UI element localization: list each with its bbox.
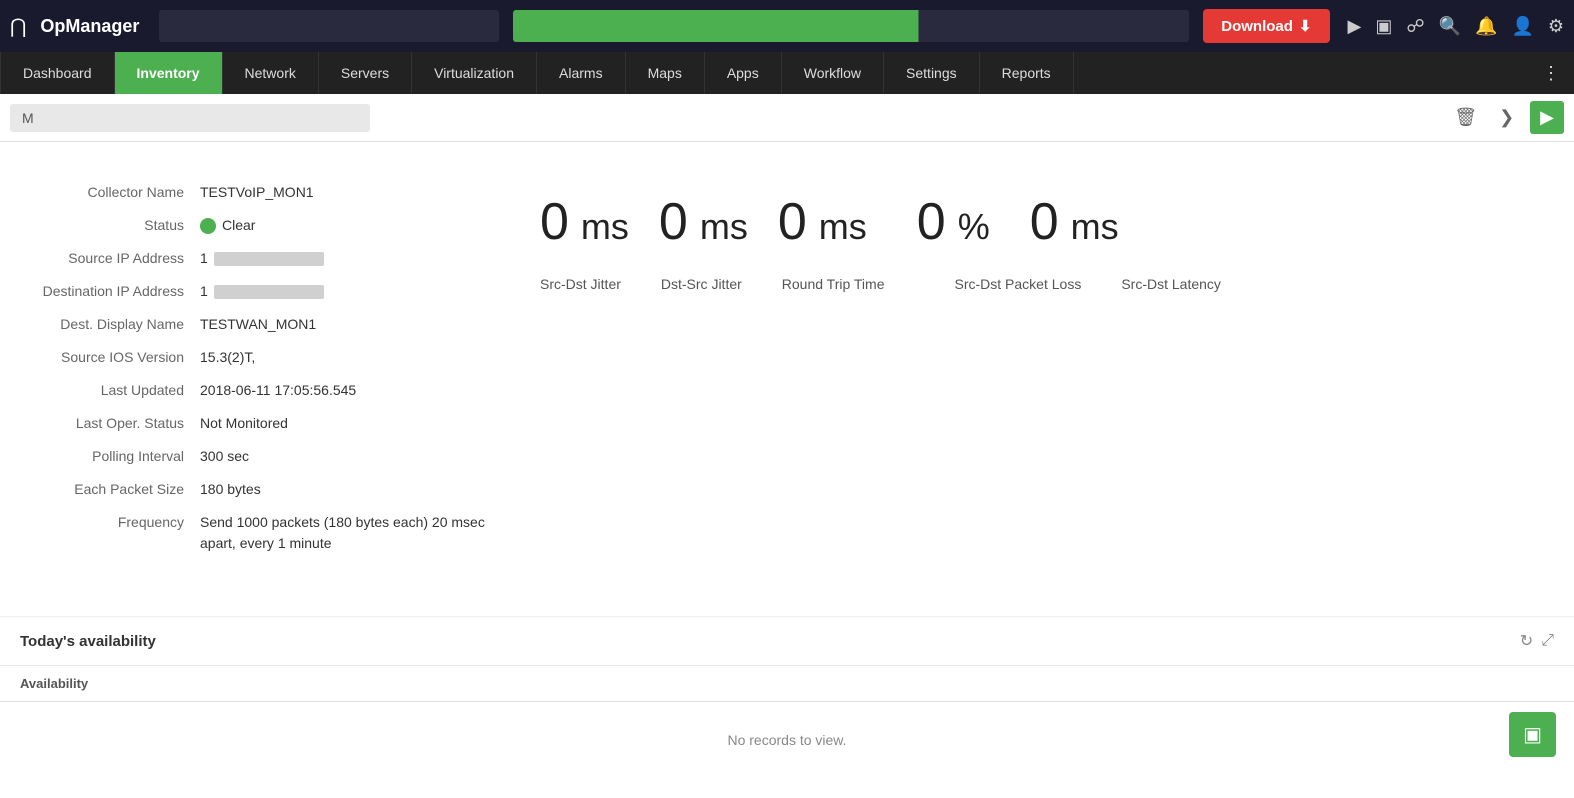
label-polling: Polling Interval [30, 446, 200, 467]
label-frequency: Frequency [30, 512, 200, 533]
chevron-right-button[interactable]: ❯ [1493, 103, 1520, 132]
green-action-button[interactable]: ▶ [1530, 101, 1564, 134]
info-row-src-ip: Source IP Address 1 [30, 248, 500, 269]
label-src-ip: Source IP Address [30, 248, 200, 269]
availability-title: Today's availability [20, 633, 156, 650]
tag-icon[interactable]: ☍ [1406, 16, 1424, 37]
metrics-panel: 0 ms 0 ms 0 ms 0 % 0 ms Src-Dst Jitter D… [540, 182, 1544, 566]
main-content: Collector Name TESTVoIP_MON1 Status Clea… [0, 142, 1574, 616]
metrics-values: 0 ms 0 ms 0 ms 0 % 0 ms [540, 192, 1119, 252]
label-src-dst-jitter: Src-Dst Jitter [540, 276, 621, 292]
label-last-oper: Last Oper. Status [30, 413, 200, 434]
label-src-dst-packet-loss: Src-Dst Packet Loss [955, 276, 1082, 292]
top-bar: ⋂ OpManager Download ⬇ ▶ ▣ ☍ 🔍 🔔 👤 ⚙ [0, 0, 1574, 52]
info-row-last-oper: Last Oper. Status Not Monitored [30, 413, 500, 434]
value-last-updated: 2018-06-11 17:05:56.545 [200, 380, 356, 401]
info-row-dest-display: Dest. Display Name TESTWAN_MON1 [30, 314, 500, 335]
info-row-last-updated: Last Updated 2018-06-11 17:05:56.545 [30, 380, 500, 401]
metric-dst-src-jitter: 0 ms [659, 192, 748, 252]
info-row-ios: Source IOS Version 15.3(2)T, [30, 347, 500, 368]
info-section: Collector Name TESTVoIP_MON1 Status Clea… [30, 162, 1544, 596]
value-frequency: Send 1000 packets (180 bytes each) 20 ms… [200, 512, 500, 554]
header-actions: 🗑 ❯ ▶ [1448, 101, 1564, 134]
availability-header: Today's availability ↻ ⤢ [0, 617, 1574, 666]
delete-button[interactable]: 🗑 [1448, 103, 1483, 132]
metric-src-dst-latency: 0 ms [1030, 192, 1119, 252]
gear-icon[interactable]: ⚙ [1548, 16, 1564, 37]
rocket-icon[interactable]: ▶ [1348, 16, 1362, 37]
label-status: Status [30, 215, 200, 236]
nav-item-network[interactable]: Network [223, 52, 319, 94]
value-dest-display: TESTWAN_MON1 [200, 314, 316, 335]
value-src-ip: 1 [200, 248, 324, 269]
nav-item-reports[interactable]: Reports [980, 52, 1074, 94]
metric-src-dst-jitter: 0 ms [540, 192, 629, 252]
availability-section: Today's availability ↻ ⤢ Availability No… [0, 616, 1574, 798]
value-status: Clear [200, 215, 255, 236]
label-src-dst-latency: Src-Dst Latency [1121, 276, 1221, 292]
search-icon[interactable]: 🔍 [1439, 16, 1461, 37]
dst-ip-redacted [214, 285, 324, 299]
value-last-oper: Not Monitored [200, 413, 288, 434]
metric-round-trip: 0 ms [778, 192, 867, 252]
monitor-icon[interactable]: ▣ [1375, 16, 1392, 37]
label-collector: Collector Name [30, 182, 200, 203]
search-progress-bar [513, 10, 1189, 42]
label-ios: Source IOS Version [30, 347, 200, 368]
nav-item-workflow[interactable]: Workflow [782, 52, 884, 94]
info-row-collector: Collector Name TESTVoIP_MON1 [30, 182, 500, 203]
info-row-polling: Polling Interval 300 sec [30, 446, 500, 467]
value-ios: 15.3(2)T, [200, 347, 255, 368]
info-row-dst-ip: Destination IP Address 1 [30, 281, 500, 302]
value-collector: TESTVoIP_MON1 [200, 182, 314, 203]
nav-item-maps[interactable]: Maps [626, 52, 705, 94]
value-packet-size: 180 bytes [200, 479, 261, 500]
availability-column-label: Availability [20, 676, 88, 691]
breadcrumb-input[interactable] [10, 104, 370, 132]
info-row-status: Status Clear [30, 215, 500, 236]
src-ip-redacted [214, 252, 324, 266]
metric-packet-loss: 0 % [917, 192, 990, 252]
download-icon: ⬇ [1299, 17, 1312, 35]
page-header: 🗑 ❯ ▶ [0, 94, 1574, 142]
user-icon[interactable]: 👤 [1511, 16, 1533, 37]
nav-item-dashboard[interactable]: Dashboard [0, 52, 115, 94]
info-row-packet-size: Each Packet Size 180 bytes [30, 479, 500, 500]
info-table: Collector Name TESTVoIP_MON1 Status Clea… [30, 182, 500, 566]
nav-more-button[interactable]: ⋮ [1528, 52, 1574, 94]
info-row-frequency: Frequency Send 1000 packets (180 bytes e… [30, 512, 500, 554]
bell-icon[interactable]: 🔔 [1475, 16, 1497, 37]
nav-item-inventory[interactable]: Inventory [115, 52, 223, 94]
expand-button[interactable]: ⤢ [1541, 631, 1554, 651]
label-dest-display: Dest. Display Name [30, 314, 200, 335]
availability-table-header: Availability [0, 666, 1574, 702]
top-icons: ▶ ▣ ☍ 🔍 🔔 👤 ⚙ [1348, 16, 1565, 37]
download-button[interactable]: Download ⬇ [1203, 9, 1329, 43]
nav-item-virtualization[interactable]: Virtualization [412, 52, 537, 94]
app-name: OpManager [40, 16, 139, 37]
availability-actions: ↻ ⤢ [1520, 631, 1554, 651]
label-round-trip: Round Trip Time [782, 276, 885, 292]
nav-item-servers[interactable]: Servers [319, 52, 412, 94]
app-grid-icon[interactable]: ⋂ [10, 14, 26, 39]
metrics-labels: Src-Dst Jitter Dst-Src Jitter Round Trip… [540, 276, 1221, 292]
no-records-text: No records to view. [0, 702, 1574, 778]
label-dst-ip: Destination IP Address [30, 281, 200, 302]
nav-item-settings[interactable]: Settings [884, 52, 980, 94]
nav-bar: Dashboard Inventory Network Servers Virt… [0, 52, 1574, 94]
value-dst-ip: 1 [200, 281, 324, 302]
label-dst-src-jitter: Dst-Src Jitter [661, 276, 742, 292]
status-text: Clear [222, 215, 255, 236]
bottom-right-action-button[interactable]: ▣ [1509, 712, 1556, 757]
nav-item-alarms[interactable]: Alarms [537, 52, 626, 94]
src-ip-prefix: 1 [200, 248, 208, 269]
value-polling: 300 sec [200, 446, 249, 467]
label-packet-size: Each Packet Size [30, 479, 200, 500]
top-search-input[interactable] [159, 10, 499, 42]
dst-ip-prefix: 1 [200, 281, 208, 302]
status-dot-green [200, 218, 216, 234]
nav-item-apps[interactable]: Apps [705, 52, 782, 94]
refresh-button[interactable]: ↻ [1520, 631, 1533, 651]
label-last-updated: Last Updated [30, 380, 200, 401]
